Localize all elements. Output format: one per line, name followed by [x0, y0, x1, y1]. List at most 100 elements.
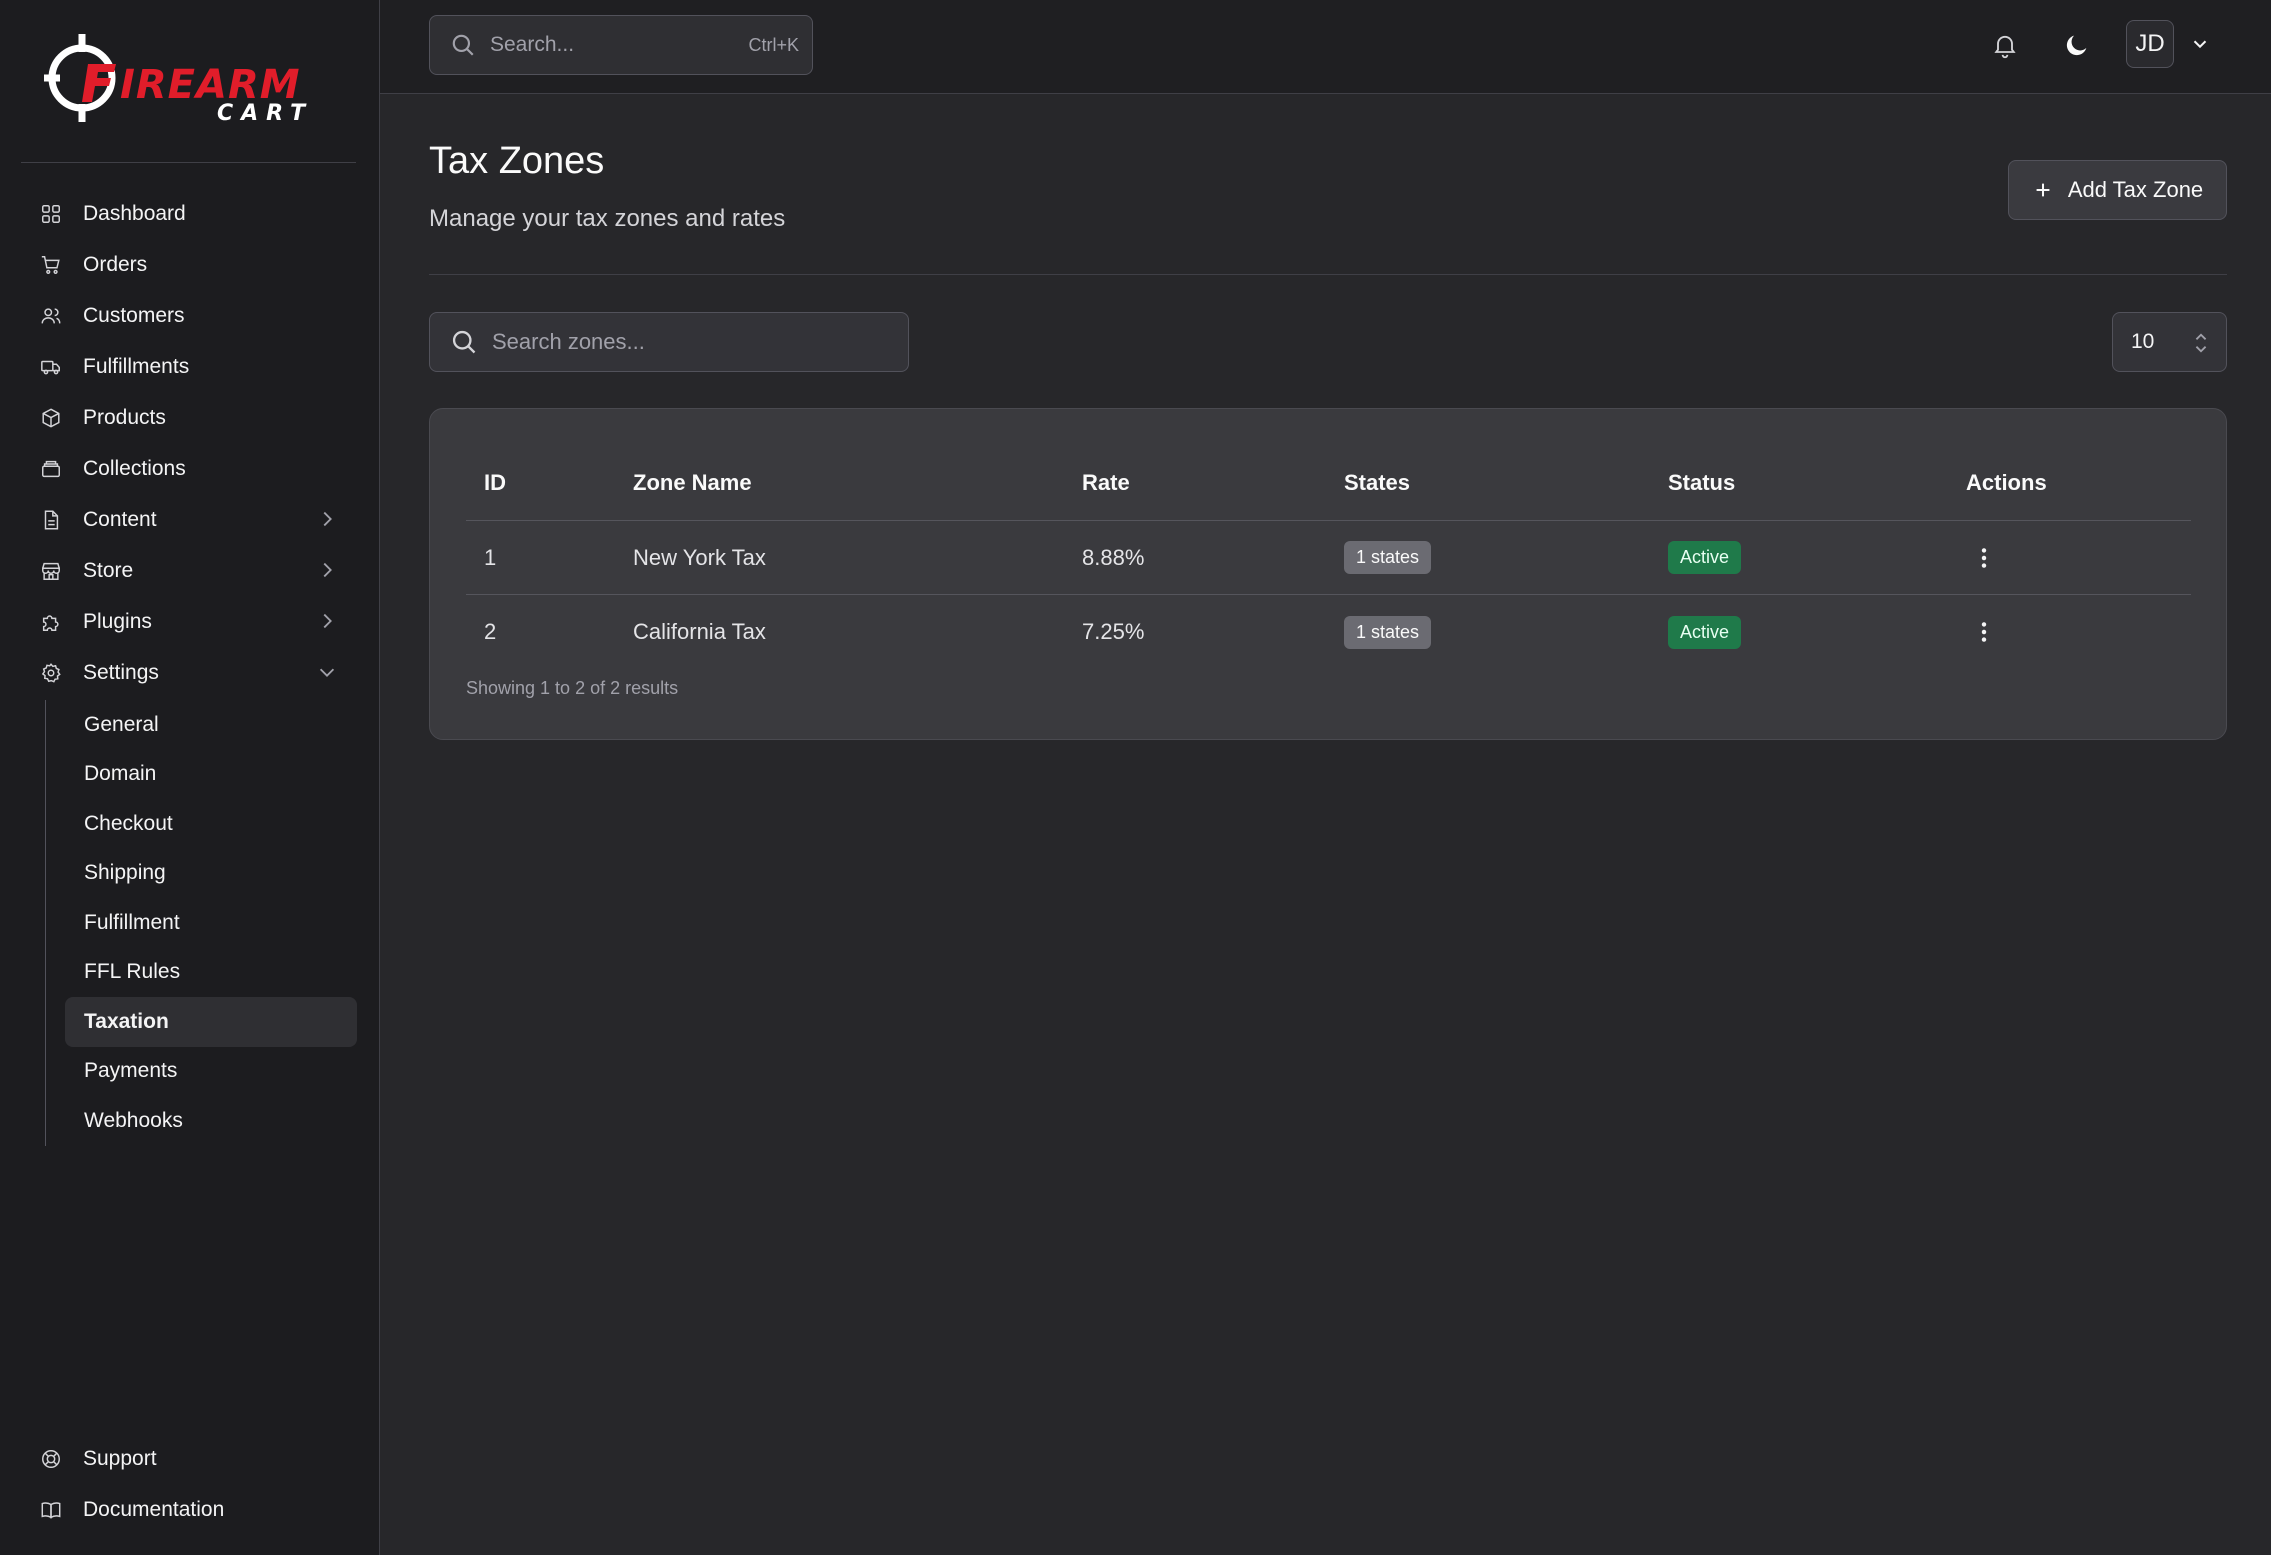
search-icon [450, 328, 478, 356]
sidebar-item-store[interactable]: Store [21, 545, 356, 596]
column-header-zone-name[interactable]: Zone Name [633, 470, 752, 496]
per-page-select[interactable]: 10 [2112, 312, 2227, 372]
sidebar-item-label: Fulfillments [83, 354, 190, 378]
cell-rate: 8.88% [1082, 544, 1145, 570]
cell-rate: 7.25% [1082, 619, 1145, 644]
sidebar: IREARM CART Dashboard Orders Customers F… [0, 0, 380, 1555]
sidebar-subitem-webhooks[interactable]: Webhooks [65, 1096, 357, 1146]
chevron-down-icon [316, 661, 338, 683]
sidebar-subitem-ffl-rules[interactable]: FFL Rules [65, 948, 357, 998]
status-badge: Active [1668, 541, 1742, 574]
add-tax-zone-label: Add Tax Zone [2067, 177, 2204, 202]
sidebar-divider [21, 162, 356, 163]
avatar[interactable]: JD [2126, 20, 2174, 68]
chevron-right-icon [316, 559, 338, 581]
puzzle-icon [39, 610, 63, 634]
chevron-right-icon [316, 508, 338, 530]
cell-zone-name: New York Tax [633, 544, 766, 570]
sidebar-subitem-payments[interactable]: Payments [65, 1047, 357, 1097]
zone-search-input[interactable] [492, 329, 872, 355]
sidebar-item-label: Settings [83, 660, 159, 684]
chevron-down-icon[interactable] [2189, 33, 2211, 55]
column-header-actions: Actions [1966, 469, 2047, 495]
svg-text:CART: CART [217, 101, 313, 126]
sidebar-item-customers[interactable]: Customers [21, 290, 356, 341]
moon-icon[interactable] [2061, 29, 2093, 61]
sidebar-item-label: Support [83, 1446, 157, 1470]
column-header-states[interactable]: States [1344, 470, 1410, 496]
sidebar-subitem-domain[interactable]: Domain [65, 750, 357, 800]
chevron-up-down-icon [2190, 330, 2212, 356]
states-badge: 1 states [1344, 615, 1432, 649]
gear-icon [39, 661, 63, 685]
sidebar-subitem-shipping[interactable]: Shipping [65, 849, 357, 899]
cart-icon [39, 253, 63, 277]
sidebar-item-support[interactable]: Support [21, 1433, 356, 1484]
file-icon [39, 508, 63, 532]
sidebar-item-label: Dashboard [83, 201, 186, 225]
sidebar-item-label: Content [83, 507, 157, 531]
sidebar-subitem-general[interactable]: General [65, 700, 357, 750]
store-icon [39, 559, 63, 583]
search-icon [450, 32, 476, 58]
sidebar-item-orders[interactable]: Orders [21, 239, 356, 290]
search-shortcut-hint: Ctrl+K [748, 34, 799, 55]
sidebar-subitem-checkout[interactable]: Checkout [65, 799, 357, 849]
status-badge: Active [1668, 615, 1742, 649]
add-tax-zone-button[interactable]: Add Tax Zone [2008, 160, 2227, 220]
settings-subnav: General Domain Checkout Shipping Fulfill… [45, 700, 357, 1146]
column-header-rate[interactable]: Rate [1082, 470, 1130, 496]
sidebar-nav: Dashboard Orders Customers Fulfillments … [21, 188, 357, 1146]
bell-icon[interactable] [1989, 29, 2021, 61]
sidebar-item-products[interactable]: Products [21, 392, 356, 443]
sidebar-item-label: Store [83, 558, 134, 582]
table-header-row: ID Zone Name Rate States Status Actions [466, 445, 2191, 521]
book-icon [39, 1498, 63, 1522]
pagination-summary: Showing 1 to 2 of 2 results [466, 678, 679, 698]
dashboard-icon [39, 202, 63, 226]
column-header-status[interactable]: Status [1668, 470, 1735, 496]
cell-zone-name: California Tax [633, 619, 766, 644]
sidebar-item-collections[interactable]: Collections [21, 443, 356, 494]
tax-zones-card: ID Zone Name Rate States Status Actions … [429, 408, 2227, 740]
global-search-input[interactable]: Search... Ctrl+K [429, 15, 813, 75]
lifebuoy-icon [39, 1447, 63, 1471]
more-vertical-icon[interactable] [1970, 544, 1998, 572]
sidebar-item-documentation[interactable]: Documentation [21, 1484, 356, 1535]
page-subtitle: Manage your tax zones and rates [429, 205, 786, 232]
cell-id: 2 [484, 619, 497, 644]
chevron-right-icon [316, 610, 338, 632]
per-page-value: 10 [2131, 330, 2155, 353]
sidebar-item-label: Orders [83, 252, 148, 276]
box-icon [39, 406, 63, 430]
column-header-id[interactable]: ID [484, 470, 506, 496]
brand-logo[interactable]: IREARM CART [44, 30, 334, 126]
sidebar-item-label: Products [83, 405, 166, 429]
sidebar-item-label: Collections [83, 456, 186, 480]
topbar: Search... Ctrl+K JD [380, 0, 2271, 94]
sidebar-subitem-taxation[interactable]: Taxation [65, 997, 357, 1047]
states-badge: 1 states [1344, 541, 1432, 574]
sidebar-item-fulfillments[interactable]: Fulfillments [21, 341, 356, 392]
zone-search-field[interactable] [429, 312, 909, 372]
archive-icon [39, 457, 63, 481]
plus-icon [2032, 179, 2054, 201]
table-row[interactable]: 2 California Tax 7.25% 1 states Active [466, 595, 2191, 669]
truck-icon [39, 355, 63, 379]
sidebar-item-settings[interactable]: Settings [21, 647, 356, 698]
header-divider [429, 274, 2227, 275]
users-icon [39, 304, 63, 328]
cell-id: 1 [484, 544, 497, 570]
sidebar-item-content[interactable]: Content [21, 494, 356, 545]
table-row[interactable]: 1 New York Tax 8.88% 1 states Active [466, 521, 2191, 595]
sidebar-subitem-fulfillment[interactable]: Fulfillment [65, 898, 357, 948]
sidebar-item-label: Customers [83, 303, 185, 327]
page-title: Tax Zones [429, 140, 605, 182]
sidebar-item-dashboard[interactable]: Dashboard [21, 188, 356, 239]
sidebar-item-label: Documentation [83, 1497, 225, 1521]
sidebar-item-plugins[interactable]: Plugins [21, 596, 356, 647]
global-search-placeholder: Search... [490, 33, 575, 56]
sidebar-item-label: Plugins [83, 609, 152, 633]
more-vertical-icon[interactable] [1970, 618, 1998, 646]
tax-zones-table: ID Zone Name Rate States Status Actions … [466, 445, 2191, 669]
